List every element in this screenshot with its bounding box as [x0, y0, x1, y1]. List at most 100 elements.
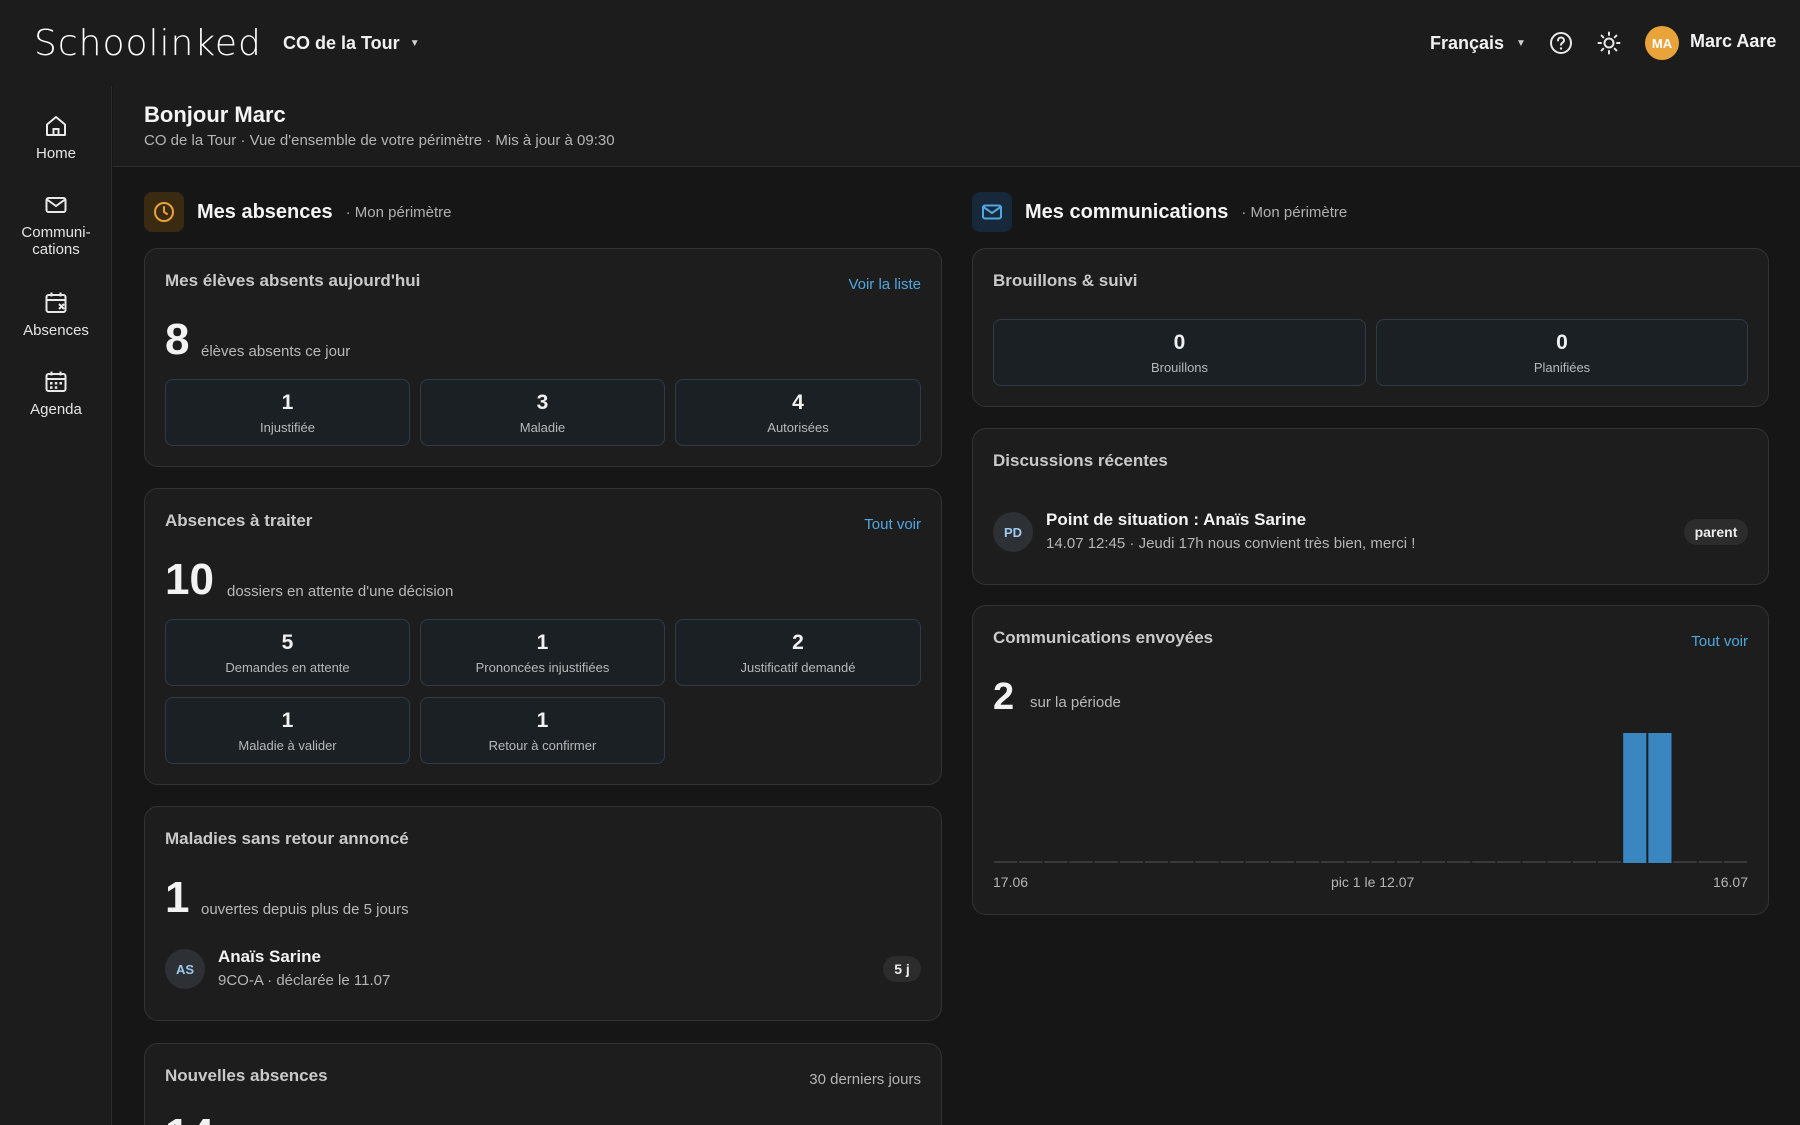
sidebar-item-communications[interactable]: Communi- cations — [0, 192, 112, 258]
chart-bar-empty — [1522, 861, 1546, 863]
stat-drafts[interactable]: 0 Brouillons — [993, 319, 1366, 386]
discussion-meta: 14.07 12:45 · Jeudi 17h nous convient tr… — [1046, 535, 1416, 552]
period-note: 30 derniers jours — [809, 1071, 921, 1088]
theme-toggle-button[interactable] — [1596, 30, 1622, 56]
sent-count-label: sur la période — [1030, 694, 1121, 711]
page-title: Bonjour Marc — [144, 102, 286, 127]
stat-label: Maladie à valider — [238, 738, 337, 753]
absences-section-header: Mes absences · Mon périmètre — [144, 192, 452, 232]
stat-label: Autorisées — [767, 420, 829, 435]
stat-value: 1 — [536, 709, 549, 732]
help-button[interactable] — [1548, 30, 1574, 56]
role-badge: parent — [1684, 519, 1748, 545]
sidebar-item-label: Absences — [23, 322, 89, 339]
chart-bar-empty — [1145, 861, 1169, 863]
stat-injustified[interactable]: 1 Injustifiée — [165, 379, 410, 446]
sun-icon — [1597, 31, 1621, 55]
question-circle-icon — [1550, 32, 1572, 54]
card-title: Absences à traiter — [165, 511, 313, 530]
chart-bar-empty — [1396, 861, 1420, 863]
chart-bar-empty — [1069, 861, 1093, 863]
stat-value: 1 — [281, 391, 294, 414]
chart-bar-empty — [1019, 861, 1043, 863]
illness-no-return-card: Maladies sans retour annoncé 1 ouvertes … — [144, 806, 942, 1021]
section-scope: · Mon périmètre — [1241, 203, 1348, 221]
user-avatar[interactable]: MA — [1645, 26, 1679, 60]
calendar-x-icon — [45, 292, 67, 313]
language-selector[interactable]: Français ▼ — [1430, 30, 1526, 56]
sidebar-item-absences[interactable]: Absences — [0, 290, 112, 339]
days-badge: 5 j — [883, 956, 921, 982]
chart-bar-empty — [1497, 861, 1521, 863]
pending-count: 10 — [165, 555, 214, 604]
stat-return-to-confirm[interactable]: 1 Retour à confirmer — [420, 697, 665, 764]
new-absences-card: Nouvelles absences 30 derniers jours 14 — [144, 1043, 942, 1125]
stat-scheduled[interactable]: 0 Planifiées — [1376, 319, 1748, 386]
section-scope: · Mon périmètre — [345, 203, 452, 221]
stat-label: Maladie — [519, 420, 566, 435]
top-bar: Schoolinked CO de la Tour ▼ Français ▼ M… — [0, 0, 1800, 86]
school-selector[interactable]: CO de la Tour ▼ — [283, 30, 420, 56]
chart-bar-empty — [1547, 861, 1571, 863]
chart-bar-empty — [1598, 861, 1622, 863]
card-title: Nouvelles absences — [165, 1066, 328, 1085]
chart-bar-empty — [1371, 861, 1395, 863]
stat-value: 1 — [536, 631, 549, 654]
chart-bar-empty — [1447, 861, 1471, 863]
sidebar-item-label: Communi- — [21, 224, 91, 241]
sidebar-item-label-line2: cations — [32, 241, 80, 258]
mail-icon — [45, 197, 67, 213]
absent-today-card: Mes élèves absents aujourd'hui Voir la l… — [144, 248, 942, 467]
sidebar-item-label: Home — [35, 145, 76, 162]
sent-count: 2 — [993, 676, 1015, 718]
stat-authorized[interactable]: 4 Autorisées — [675, 379, 921, 446]
chart-bar-empty — [1220, 861, 1244, 863]
stat-label: Injustifiée — [260, 420, 315, 435]
chart-bar-empty — [1094, 861, 1118, 863]
see-list-link[interactable]: Voir la liste — [848, 276, 921, 293]
chart-bar-empty — [1723, 861, 1747, 863]
illness-count: 1 — [165, 873, 190, 922]
drafts-card: Brouillons & suivi 0 Brouillons 0 Planif… — [972, 248, 1769, 407]
chart-bar-empty — [1296, 861, 1320, 863]
see-all-link[interactable]: Tout voir — [1691, 633, 1748, 650]
chart-bar-empty — [1195, 861, 1219, 863]
student-avatar: AS — [165, 949, 205, 989]
see-all-link[interactable]: Tout voir — [864, 516, 921, 533]
card-title: Communications envoyées — [993, 628, 1214, 647]
user-name[interactable]: Marc Aare — [1690, 31, 1776, 52]
pending-count-label: dossiers en attente d'une décision — [227, 583, 454, 600]
chart-bar-empty — [1472, 861, 1496, 863]
stat-illness-to-validate[interactable]: 1 Maladie à valider — [165, 697, 410, 764]
stat-label: Demandes en attente — [225, 660, 350, 675]
sidebar-item-label: Agenda — [30, 401, 82, 418]
sidebar-item-agenda[interactable]: Agenda — [0, 369, 112, 418]
student-name[interactable]: Anaïs Sarine — [218, 947, 321, 967]
stat-label: Planifiées — [1533, 360, 1591, 375]
chart-bar-empty — [1245, 861, 1269, 863]
section-title: Mes communications — [1025, 200, 1229, 223]
chart-bar[interactable] — [1623, 733, 1647, 863]
language-selector-label: Français — [1430, 32, 1505, 53]
stat-illness[interactable]: 3 Maladie — [420, 379, 665, 446]
sidebar-item-home[interactable]: Home — [0, 113, 112, 162]
chart-bar[interactable] — [1648, 733, 1672, 863]
card-title: Mes élèves absents aujourd'hui — [165, 271, 421, 290]
illness-count-label: ouvertes depuis plus de 5 jours — [201, 901, 409, 918]
chart-bar-empty — [1044, 861, 1068, 863]
stat-label: Retour à confirmer — [488, 738, 597, 753]
card-title: Maladies sans retour annoncé — [165, 829, 409, 848]
section-title: Mes absences — [197, 200, 333, 223]
school-selector-label: CO de la Tour — [283, 32, 400, 53]
stat-proof-requested[interactable]: 2 Justificatif demandé — [675, 619, 921, 686]
chart-bar-empty — [1698, 861, 1722, 863]
app-logo[interactable]: Schoolinked — [34, 22, 262, 66]
chevron-down-icon: ▼ — [1516, 37, 1526, 49]
stat-value: 3 — [536, 391, 549, 414]
page-subtitle: CO de la Tour · Vue d'ensemble de votre … — [144, 132, 615, 149]
home-icon — [46, 116, 66, 136]
stat-value: 4 — [792, 391, 804, 414]
stat-pending-requests[interactable]: 5 Demandes en attente — [165, 619, 410, 686]
stat-pronounced-unjustified[interactable]: 1 Prononcées injustifiées — [420, 619, 665, 686]
discussion-title[interactable]: Point de situation : Anaïs Sarine — [1046, 510, 1306, 530]
